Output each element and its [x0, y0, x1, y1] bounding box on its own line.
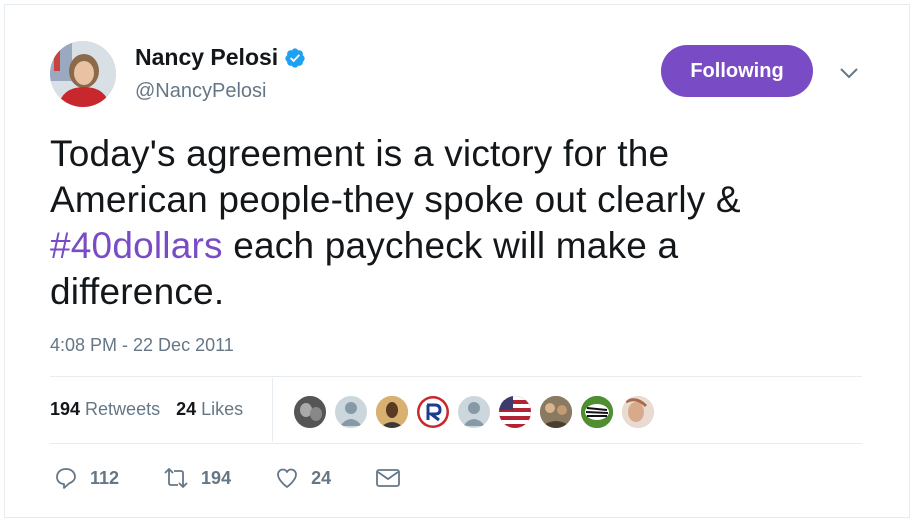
retweet-button[interactable]: 194 [163, 466, 231, 490]
retweets-label[interactable]: Retweets [85, 399, 160, 420]
reply-button[interactable]: 112 [54, 466, 119, 490]
tweet-text-line: American people-they spoke out clearly & [50, 179, 741, 220]
likes-count[interactable]: 24 [176, 399, 196, 420]
default-avatar-icon[interactable] [333, 394, 369, 430]
retweets-count[interactable]: 194 [50, 399, 80, 420]
envelope-icon [376, 469, 401, 487]
flag-avatar-icon[interactable] [497, 394, 533, 430]
reply-count: 112 [90, 467, 120, 488]
retweet-count: 194 [201, 467, 232, 488]
tweet-text: Today's agreement is a victory for the A… [50, 131, 870, 315]
tweet-text-line: Today's agreement is a victory for the [50, 133, 670, 174]
logo-avatar-icon[interactable] [415, 394, 451, 430]
divider [50, 443, 862, 444]
verified-badge-icon [285, 47, 305, 68]
profile-photo-icon [50, 41, 116, 107]
like-button[interactable]: 24 [275, 466, 331, 490]
tweet-text-line: #40dollars each paycheck will make a [50, 223, 870, 269]
zebra-avatar-icon[interactable] [579, 394, 615, 430]
retweet-icon [164, 468, 188, 488]
divider [50, 376, 862, 377]
tweet-text-line: difference. [50, 271, 225, 312]
liker-avatar-icon[interactable] [620, 394, 656, 430]
default-avatar-icon[interactable] [456, 394, 492, 430]
liker-avatars [292, 394, 661, 430]
likes-label[interactable]: Likes [201, 399, 243, 420]
liker-avatar-icon[interactable] [538, 394, 574, 430]
liker-avatar-icon[interactable] [374, 394, 410, 430]
user-avatar[interactable] [50, 41, 116, 107]
stats-divider [272, 378, 273, 442]
user-handle[interactable]: @NancyPelosi [135, 80, 266, 103]
following-button[interactable]: Following [661, 45, 813, 97]
tweet-timestamp[interactable]: 4:08 PM - 22 Dec 2011 [50, 335, 234, 356]
reply-icon [56, 468, 76, 489]
tweet-actions: 112 194 24 [54, 466, 457, 490]
liker-avatar-icon[interactable] [292, 394, 328, 430]
direct-message-button[interactable] [375, 467, 413, 489]
hashtag-link[interactable]: #40dollars [50, 225, 223, 266]
tweet-stats: 194 Retweets 24 Likes [50, 399, 259, 420]
like-count: 24 [311, 467, 332, 488]
tweet-text-fragment: each paycheck will make a [222, 225, 679, 266]
heart-icon [277, 468, 297, 488]
user-name[interactable]: Nancy Pelosi [135, 44, 278, 71]
chevron-down-icon[interactable] [839, 66, 859, 80]
